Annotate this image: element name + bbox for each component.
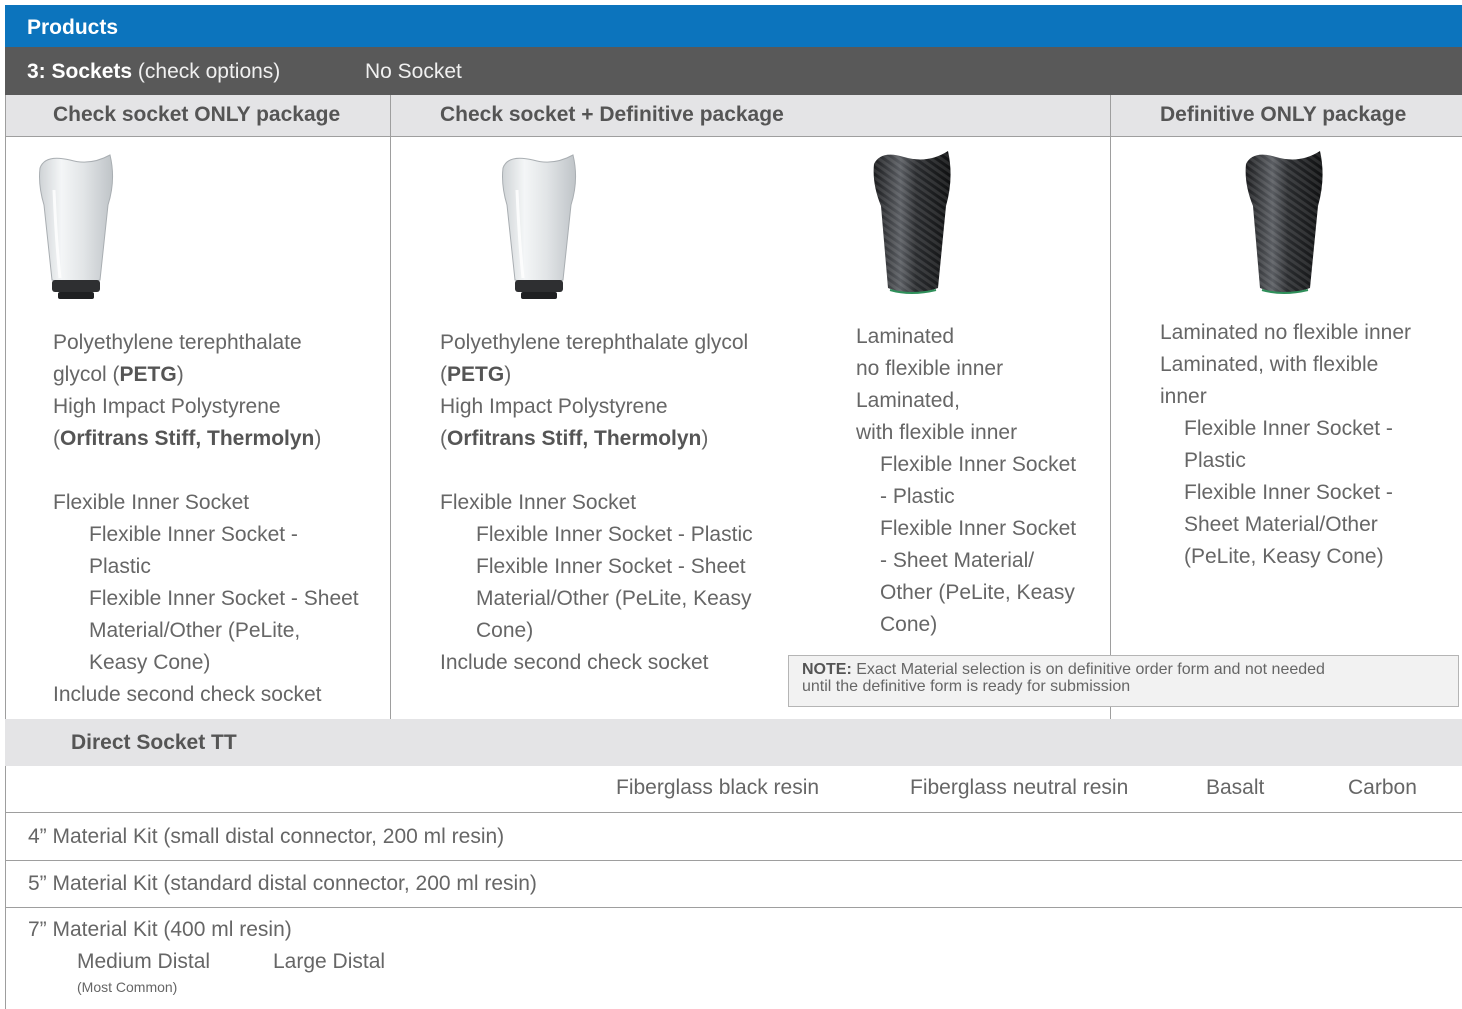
material-fiberglass-neutral: Fiberglass neutral resin	[910, 776, 1129, 799]
direct-socket-header: Direct Socket TT	[5, 719, 1462, 766]
check-only-options: Polyethylene terephthalate glycol (PETG)…	[53, 327, 359, 711]
petg-option-cont[interactable]: (PETG)	[440, 359, 753, 391]
row-divider	[5, 860, 1462, 861]
row-divider	[5, 812, 1462, 813]
hips-option-cont[interactable]: (Orfitrans Stiff, Thermolyn)	[53, 423, 359, 455]
distal-medium-option[interactable]: Medium Distal	[77, 950, 210, 974]
hips-option[interactable]: High Impact Polystyrene	[440, 391, 753, 423]
flex-sheet-option[interactable]: Flexible Inner Socket - Sheet Material/O…	[1160, 477, 1411, 573]
products-header: Products	[5, 5, 1462, 47]
flex-plastic-option[interactable]: Flexible Inner Socket - Plastic	[440, 519, 753, 551]
check-definitive-options: Polyethylene terephthalate glycol (PETG)…	[440, 327, 753, 679]
header-divider	[5, 136, 1462, 137]
flex-plastic-option[interactable]: Flexible Inner Socket - Plastic	[1160, 413, 1411, 477]
laminated-options: Laminated no flexible inner Laminated, w…	[856, 321, 1076, 641]
material-note: NOTE: Exact Material selection is on def…	[788, 655, 1459, 707]
flexible-inner-option[interactable]: Flexible Inner Socket	[440, 487, 753, 519]
laminated-no-flex-option[interactable]: Laminated no flexible inner	[1160, 317, 1411, 349]
carbon-definitive-socket-image	[873, 151, 951, 294]
definitive-only-options: Laminated no flexible inner Laminated, w…	[1160, 317, 1411, 573]
column-check-definitive: Check socket + Definitive package	[440, 103, 784, 126]
row-divider	[5, 907, 1462, 908]
products-title: Products	[27, 16, 119, 39]
no-socket-option[interactable]: No Socket	[365, 60, 462, 84]
flex-plastic-option[interactable]: Flexible Inner Socket - Plastic	[856, 449, 1076, 513]
flexible-inner-option[interactable]: Flexible Inner Socket	[53, 487, 359, 519]
kit-7-inch[interactable]: 7” Material Kit (400 ml resin)	[28, 918, 292, 942]
column-divider-1	[390, 95, 391, 719]
note-label: NOTE:	[802, 661, 852, 678]
distal-medium-note: (Most Common)	[77, 979, 178, 995]
petg-option-cont[interactable]: glycol (PETG)	[53, 359, 359, 391]
flex-plastic-option[interactable]: Flexible Inner Socket - Plastic	[53, 519, 359, 583]
column-check-only: Check socket ONLY package	[53, 103, 341, 126]
clear-check-socket-image	[502, 154, 577, 299]
note-text-2: until the definitive form is ready for s…	[802, 678, 1131, 695]
material-fiberglass-black: Fiberglass black resin	[616, 776, 820, 799]
sockets-section-header: 3: Sockets (check options) No Socket	[5, 47, 1462, 95]
note-text-1: Exact Material selection is on definitiv…	[851, 661, 1325, 678]
petg-option[interactable]: Polyethylene terephthalate glycol	[440, 327, 753, 359]
column-definitive-only: Definitive ONLY package	[1160, 103, 1407, 126]
column-divider-2	[1110, 95, 1111, 719]
petg-option[interactable]: Polyethylene terephthalate	[53, 327, 359, 359]
left-border	[5, 95, 6, 1009]
hips-option[interactable]: High Impact Polystyrene	[53, 391, 359, 423]
laminated-no-flex-option[interactable]: Laminated no flexible inner	[856, 321, 1076, 385]
flex-sheet-option[interactable]: Flexible Inner Socket - Sheet Material/O…	[440, 551, 753, 647]
kit-4-inch[interactable]: 4” Material Kit (small distal connector,…	[28, 825, 504, 849]
kit-5-inch[interactable]: 5” Material Kit (standard distal connect…	[28, 872, 537, 896]
material-basalt: Basalt	[1206, 776, 1265, 799]
flex-sheet-option[interactable]: Flexible Inner Socket - Sheet Material/ …	[856, 513, 1076, 641]
second-check-option[interactable]: Include second check socket	[53, 679, 359, 711]
column-headers: Check socket ONLY package Check socket +…	[5, 95, 1462, 136]
distal-large-option[interactable]: Large Distal	[273, 950, 385, 974]
sockets-label: 3: Sockets (check options)	[27, 60, 281, 83]
clear-check-socket-image	[39, 154, 114, 299]
second-check-option[interactable]: Include second check socket	[440, 647, 753, 679]
direct-socket-title: Direct Socket TT	[71, 731, 237, 754]
laminated-with-flex-option[interactable]: Laminated, with flexible inner	[856, 385, 1076, 449]
laminated-with-flex-option[interactable]: Laminated, with flexible inner	[1160, 349, 1411, 413]
hips-option-cont[interactable]: (Orfitrans Stiff, Thermolyn)	[440, 423, 753, 455]
flex-sheet-option[interactable]: Flexible Inner Socket - Sheet Material/O…	[53, 583, 359, 679]
material-carbon: Carbon	[1348, 776, 1417, 799]
carbon-definitive-socket-image	[1245, 151, 1323, 294]
